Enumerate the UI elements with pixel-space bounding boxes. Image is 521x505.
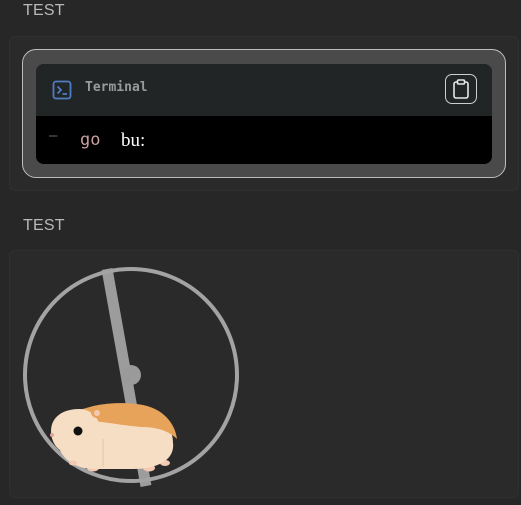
- terminal-card: Terminal – go bu:: [9, 36, 519, 191]
- hamster-card: [9, 250, 519, 498]
- page: TEST Terminal – go bu: TEST: [0, 0, 521, 505]
- clipboard-icon: [453, 79, 469, 99]
- terminal-argument: bu:: [121, 130, 146, 151]
- section-label: TEST: [23, 217, 65, 234]
- terminal-header: Terminal: [36, 64, 492, 116]
- terminal-command: go: [80, 130, 101, 150]
- terminal-title: Terminal: [85, 80, 148, 95]
- wheel-hub: [121, 365, 141, 385]
- hamster-wheel-illustration: [23, 267, 239, 487]
- hamster: [50, 403, 177, 472]
- terminal-frame: Terminal – go bu:: [22, 49, 506, 178]
- terminal-body[interactable]: – go bu:: [36, 116, 492, 164]
- prompt-symbol: –: [49, 128, 58, 144]
- section-label: TEST: [23, 2, 65, 19]
- terminal-window: Terminal – go bu:: [36, 64, 492, 164]
- terminal-icon: [52, 80, 72, 100]
- copy-button[interactable]: [445, 74, 477, 104]
